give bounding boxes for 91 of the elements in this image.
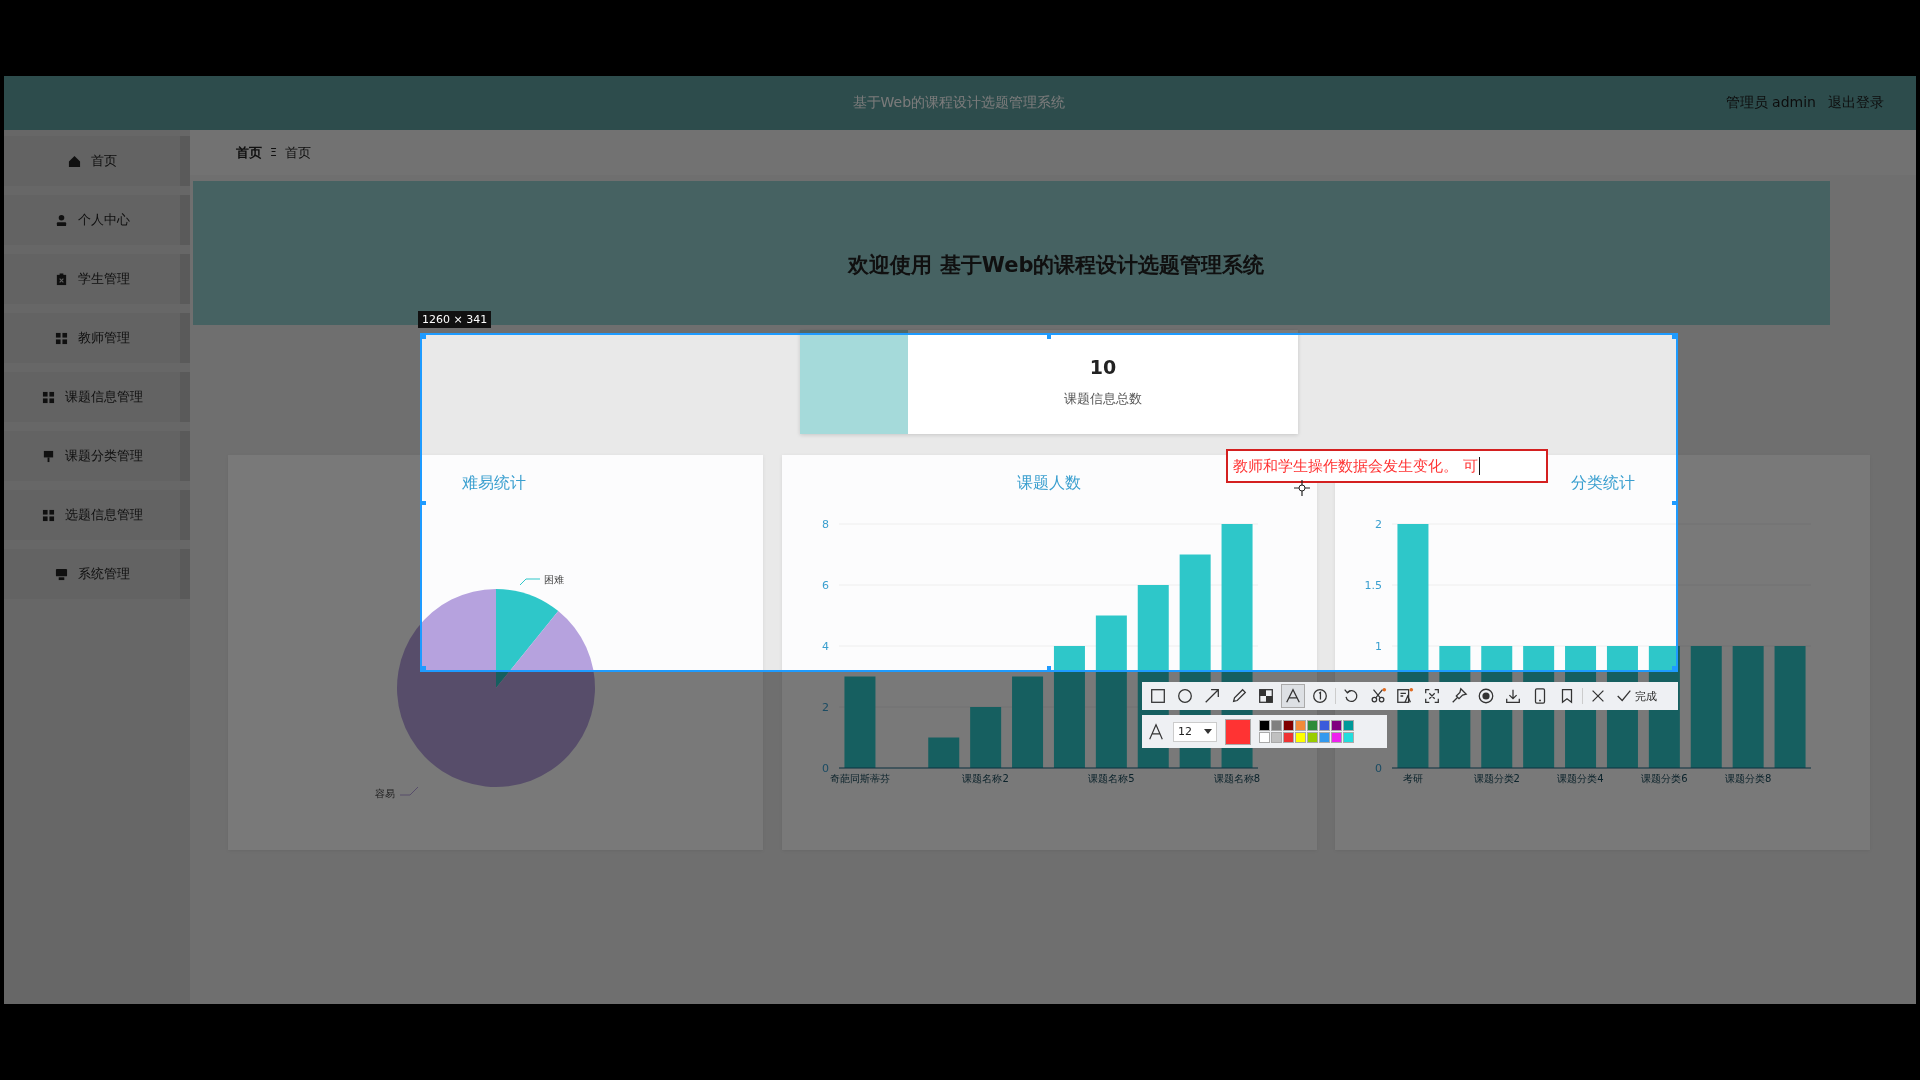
breadcrumb-link[interactable]: 首页 xyxy=(236,143,262,162)
scan-icon xyxy=(1423,687,1441,705)
axis-category-label: 课题名称8 xyxy=(1213,773,1260,784)
color-swatch[interactable] xyxy=(1307,720,1318,731)
record-icon xyxy=(1477,687,1495,705)
selection-frame[interactable] xyxy=(420,333,1678,672)
stat-label: 课题信息总数 xyxy=(1064,390,1142,408)
leader-line xyxy=(519,578,541,586)
axis-category-label: 奇葩同斯蒂芬 xyxy=(829,773,890,784)
color-swatch[interactable] xyxy=(1319,732,1330,743)
pin-icon xyxy=(41,449,55,463)
color-swatch[interactable] xyxy=(1271,720,1282,731)
scissors-icon xyxy=(1369,687,1387,705)
color-swatch[interactable] xyxy=(1343,732,1354,743)
color-swatch[interactable] xyxy=(1283,732,1294,743)
chart-title: 难易统计 xyxy=(462,473,526,494)
breadcrumb-current: 首页 xyxy=(284,143,311,162)
user-icon xyxy=(54,213,68,227)
bar xyxy=(969,707,1001,768)
axis-tick-label: 1 xyxy=(1375,640,1382,653)
color-swatch[interactable] xyxy=(1319,720,1330,731)
axis-category-label: 课题分类8 xyxy=(1724,773,1772,784)
clipboard-icon xyxy=(54,272,68,286)
font-icon xyxy=(1147,722,1165,741)
sidebar-item[interactable]: 学生管理 xyxy=(4,254,190,304)
axis-tick-label: 0 xyxy=(821,762,829,775)
axis-tick-label: 2 xyxy=(821,701,829,714)
axis-category-label: 课题名称2 xyxy=(961,773,1009,784)
mosaic-icon xyxy=(1257,687,1275,705)
slice-label: 困难 xyxy=(544,574,564,585)
rectangle-icon xyxy=(1149,687,1167,705)
axis-category-label: 考研 xyxy=(1402,773,1423,784)
size-label: 1260 × 341 xyxy=(418,311,492,328)
color-swatch[interactable] xyxy=(1259,720,1270,731)
color-swatch[interactable] xyxy=(1295,720,1306,731)
chart-title: 分类统计 xyxy=(1570,473,1635,494)
axis-tick-label: 0 xyxy=(1375,762,1382,775)
done-button[interactable]: 完成 xyxy=(1613,687,1659,705)
axis-category-label: 课题分类4 xyxy=(1557,773,1604,784)
stat-value: 10 xyxy=(1089,356,1117,378)
grid-icon xyxy=(54,331,68,345)
sidebar-item[interactable]: 首页 xyxy=(4,136,190,186)
color-swatch[interactable] xyxy=(1307,732,1318,743)
axis-category-label: 课题分类6 xyxy=(1641,773,1688,784)
logout-link[interactable]: 退出登录 xyxy=(1828,94,1884,112)
color-swatch[interactable] xyxy=(1331,732,1342,743)
sidebar-item[interactable]: 个人中心 xyxy=(4,195,190,245)
current-color-swatch[interactable] xyxy=(1225,718,1251,745)
sidebar-item[interactable]: 课题信息管理 xyxy=(4,372,190,422)
sidebar-item[interactable]: 课题分类管理 xyxy=(4,431,190,481)
welcome-title: 欢迎使用 基于Web的课程设计选题管理系统 xyxy=(848,252,1265,279)
chart-title: 课题人数 xyxy=(1017,473,1081,494)
color-swatch[interactable] xyxy=(1343,720,1354,731)
document-text-icon xyxy=(1396,687,1414,705)
monitor-icon xyxy=(54,567,68,581)
arrow-icon xyxy=(1203,687,1221,705)
axis-tick-label: 4 xyxy=(821,640,829,653)
slice-label: 容易 xyxy=(375,788,395,799)
text-icon xyxy=(1284,687,1302,705)
number-circle-icon xyxy=(1311,687,1329,705)
bar xyxy=(927,737,959,768)
undo-icon xyxy=(1342,687,1360,705)
home-icon xyxy=(67,154,81,168)
sidebar-item[interactable]: 系统管理 xyxy=(4,549,190,599)
app-title: 基于Web的课程设计选题管理系统 xyxy=(851,94,1067,112)
color-swatch[interactable] xyxy=(1259,732,1270,743)
color-swatch[interactable] xyxy=(1331,720,1342,731)
pencil-icon xyxy=(1230,687,1248,705)
circle-icon xyxy=(1176,687,1194,705)
axis-category-label: 课题分类2 xyxy=(1473,773,1520,784)
text-button[interactable] xyxy=(1281,684,1305,708)
axis-tick-label: 8 xyxy=(821,518,829,531)
caret-icon xyxy=(1204,729,1212,734)
color-swatch[interactable] xyxy=(1283,720,1294,731)
axis-tick-label: 1.5 xyxy=(1364,579,1382,592)
color-swatch[interactable] xyxy=(1271,732,1282,743)
axis-tick-label: 6 xyxy=(821,579,829,592)
color-swatch[interactable] xyxy=(1295,732,1306,743)
grid-icon xyxy=(41,390,55,404)
pin-icon xyxy=(1450,687,1468,705)
crosshair-icon xyxy=(1294,480,1310,496)
leader-line xyxy=(399,786,419,796)
download-icon xyxy=(1504,687,1522,705)
grid-icon xyxy=(41,508,55,522)
sidebar-item[interactable]: 选题信息管理 xyxy=(4,490,190,540)
axis-category-label: 课题名称5 xyxy=(1087,773,1135,784)
font-size-dropdown[interactable]: 12 xyxy=(1173,721,1217,742)
axis-tick-label: 2 xyxy=(1375,518,1382,531)
text-annotation[interactable]: 教师和学生操作数据会发生变化。 可 xyxy=(1226,449,1548,483)
breadcrumb-separator: Ξ xyxy=(270,146,277,159)
sidebar-item[interactable]: 教师管理 xyxy=(4,313,190,363)
